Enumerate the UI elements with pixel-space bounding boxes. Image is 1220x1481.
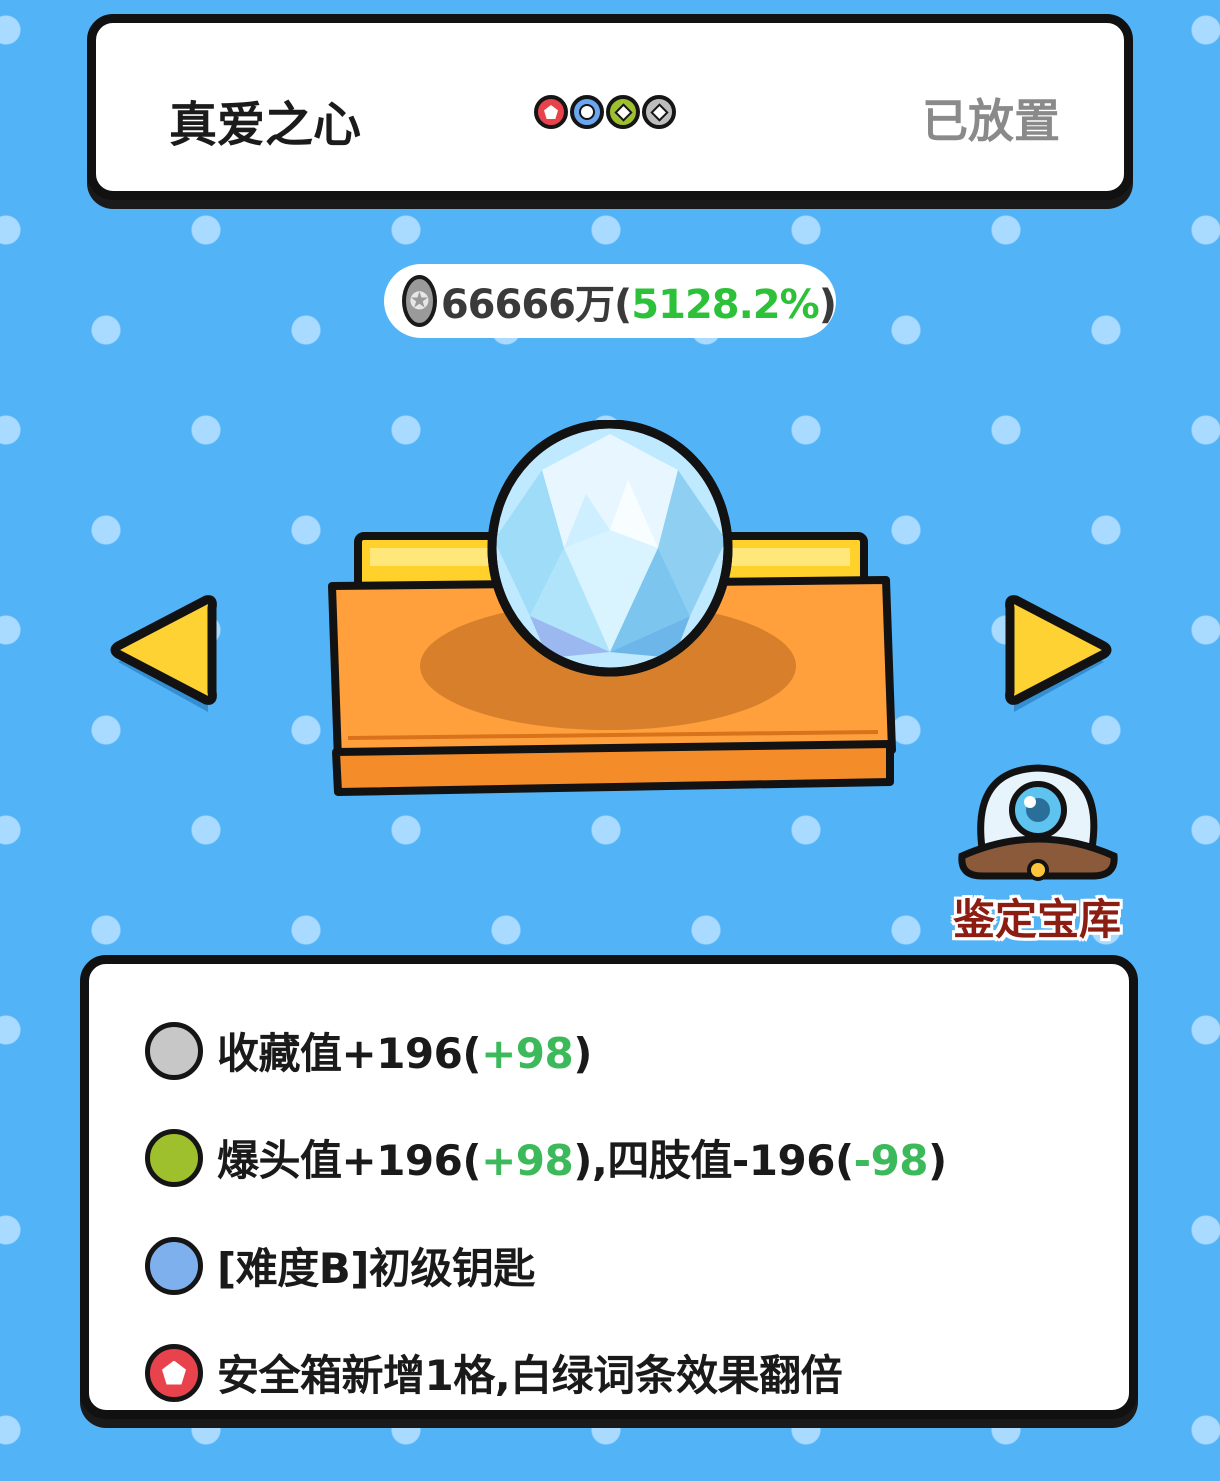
effect-bonus: +98 <box>481 1136 574 1185</box>
price-badge: ✪ 66666万(5128.2%) <box>384 264 837 338</box>
effect-bonus: -98 <box>853 1136 929 1185</box>
effect-row: 爆头值+196(+98),四肢值-196(-98) <box>145 1127 947 1188</box>
effect-tail: ) <box>928 1136 947 1185</box>
price-value: 66666万 <box>440 282 615 328</box>
effects-panel: 收藏值+196(+98) 爆头值+196(+98),四肢值-196(-98) [… <box>80 955 1138 1419</box>
diamond-icon <box>145 1021 203 1080</box>
effect-tail: ) <box>573 1029 592 1078</box>
next-item-arrow-icon[interactable] <box>1002 588 1118 718</box>
effect-tail: ),四肢值-196( <box>573 1136 854 1185</box>
coin-icon: ✪ <box>402 275 437 327</box>
affix-indicator-row <box>534 95 676 129</box>
effect-row: 安全箱新增1格,白绿词条效果翻倍 <box>145 1342 843 1403</box>
previous-item-arrow-icon[interactable] <box>104 588 220 718</box>
diamond-icon <box>145 1128 203 1187</box>
effect-row: 收藏值+196(+98) <box>145 1020 592 1081</box>
price-close-paren: ) <box>818 282 837 328</box>
item-title: 真爱之心 <box>169 97 362 153</box>
item-display <box>328 420 896 796</box>
pentagon-icon <box>534 95 568 129</box>
crystal-gem-icon <box>487 420 733 677</box>
price-open-paren: ( <box>614 282 632 328</box>
effect-main-text: 收藏值+196( <box>217 1029 482 1078</box>
effect-row: [难度B]初级钥匙 <box>145 1235 535 1296</box>
effect-main-text: 爆头值+196( <box>217 1136 482 1185</box>
vault-label: 鉴定宝库 <box>952 895 1121 944</box>
circle-icon <box>145 1236 203 1295</box>
circle-icon <box>570 95 604 129</box>
placed-status-label: 已放置 <box>922 94 1060 148</box>
effect-text: [难度B]初级钥匙 <box>217 1244 535 1293</box>
vault-dome-icon <box>958 764 1118 881</box>
price-text: 66666万(5128.2%) <box>440 272 837 330</box>
effect-text: 安全箱新增1格,白绿词条效果翻倍 <box>217 1351 843 1400</box>
effect-bonus: +98 <box>481 1029 574 1078</box>
pentagon-icon <box>145 1343 203 1402</box>
effect-text: 收藏值+196(+98) <box>217 1020 592 1081</box>
effect-text: 爆头值+196(+98),四肢值-196(-98) <box>217 1127 947 1188</box>
item-header-panel: 真爱之心 已放置 <box>87 14 1133 200</box>
vault-button[interactable]: 鉴定宝库 <box>942 764 1132 944</box>
diamond-icon <box>606 95 640 129</box>
diamond-icon <box>642 95 676 129</box>
price-percent: 5128.2% <box>631 282 819 328</box>
